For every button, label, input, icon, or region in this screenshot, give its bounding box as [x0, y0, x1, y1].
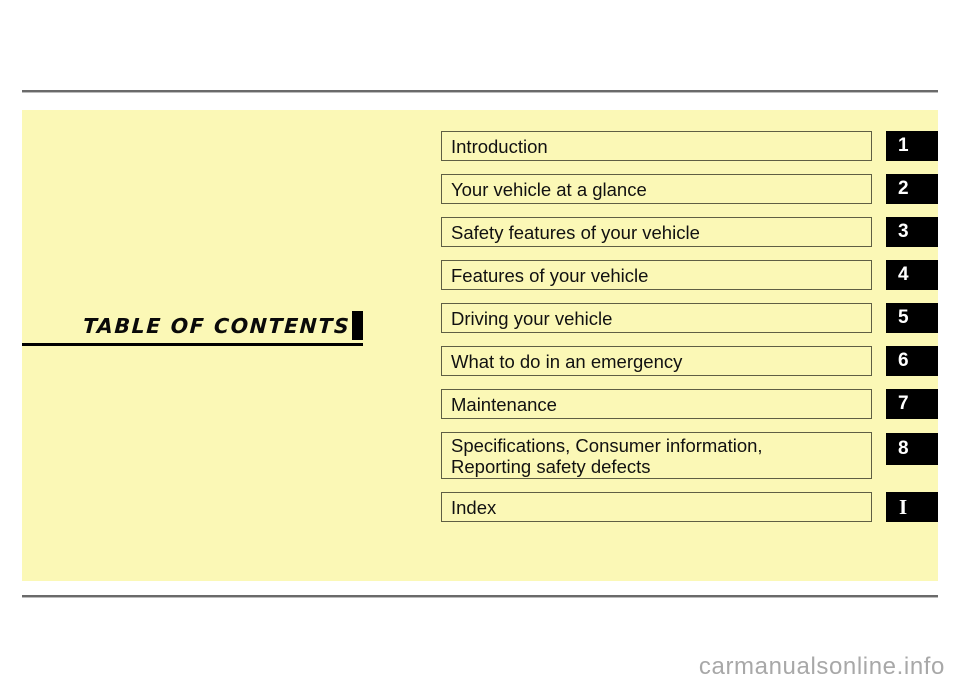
toc-section-tab[interactable]: 4: [885, 260, 938, 290]
toc-section-box[interactable]: Maintenance: [441, 389, 872, 419]
toc-row[interactable]: Specifications, Consumer information, Re…: [441, 432, 938, 479]
toc-section-tab[interactable]: 7: [885, 389, 938, 419]
toc-section-tab[interactable]: 3: [885, 217, 938, 247]
toc-section-box[interactable]: Your vehicle at a glance: [441, 174, 872, 204]
toc-section-tab-number: 7: [897, 393, 909, 414]
site-watermark: carmanualsonline.info: [698, 653, 945, 680]
toc-section-tab[interactable]: 6: [885, 346, 938, 376]
page-title: TABLE OF CONTENTS: [81, 314, 351, 338]
toc-row-list: Introduction 1 Your vehicle at a glance 2 Sa…: [441, 131, 938, 522]
toc-row[interactable]: Introduction 1: [441, 131, 938, 161]
toc-row[interactable]: Your vehicle at a glance 2: [441, 174, 938, 204]
toc-section-tab-number: 2: [897, 178, 909, 199]
table-of-contents-panel: TABLE OF CONTENTS Introduction 1 Your vehi…: [22, 110, 938, 581]
toc-section-tab-number: 8: [897, 438, 909, 459]
toc-section-label: Features of your vehicle: [451, 264, 649, 286]
page-rule-top: [22, 90, 938, 93]
toc-section-tab[interactable]: 1: [885, 131, 938, 161]
toc-row[interactable]: Driving your vehicle 5: [441, 303, 938, 333]
toc-section-label: Driving your vehicle: [451, 307, 613, 329]
toc-section-label: Specifications, Consumer information, Re…: [451, 435, 763, 477]
toc-section-label: Your vehicle at a glance: [451, 178, 647, 200]
toc-section-label: What to do in an emergency: [451, 350, 683, 372]
toc-row[interactable]: Index I: [441, 492, 938, 522]
toc-section-tab-number: I: [898, 494, 908, 519]
toc-section-tab[interactable]: 2: [885, 174, 938, 204]
page-rule-bottom: [22, 595, 938, 598]
toc-row[interactable]: What to do in an emergency 6: [441, 346, 938, 376]
toc-section-tab[interactable]: 8: [885, 433, 938, 465]
toc-section-label: Introduction: [451, 135, 548, 157]
toc-section-tab-number: 4: [897, 264, 909, 285]
toc-section-tab[interactable]: 5: [885, 303, 938, 333]
toc-row[interactable]: Maintenance 7: [441, 389, 938, 419]
title-block-marker: [352, 311, 363, 340]
toc-section-box[interactable]: Features of your vehicle: [441, 260, 872, 290]
toc-section-tab-number: 5: [897, 307, 909, 328]
toc-section-tab[interactable]: I: [885, 492, 938, 522]
toc-section-box[interactable]: Specifications, Consumer information, Re…: [441, 432, 872, 479]
toc-section-box[interactable]: Safety features of your vehicle: [441, 217, 872, 247]
toc-section-box[interactable]: Introduction: [441, 131, 872, 161]
toc-row[interactable]: Safety features of your vehicle 3: [441, 217, 938, 247]
page-title-block: TABLE OF CONTENTS: [22, 306, 363, 346]
title-underline: [22, 343, 363, 346]
toc-section-box[interactable]: Driving your vehicle: [441, 303, 872, 333]
toc-section-tab-number: 6: [897, 350, 909, 371]
toc-section-label: Maintenance: [451, 393, 557, 415]
toc-section-tab-number: 3: [897, 221, 909, 242]
toc-section-label: Index: [451, 496, 497, 518]
toc-section-box[interactable]: What to do in an emergency: [441, 346, 872, 376]
toc-row[interactable]: Features of your vehicle 4: [441, 260, 938, 290]
toc-section-label: Safety features of your vehicle: [451, 221, 700, 243]
toc-section-box[interactable]: Index: [441, 492, 872, 522]
toc-section-tab-number: 1: [897, 135, 909, 156]
